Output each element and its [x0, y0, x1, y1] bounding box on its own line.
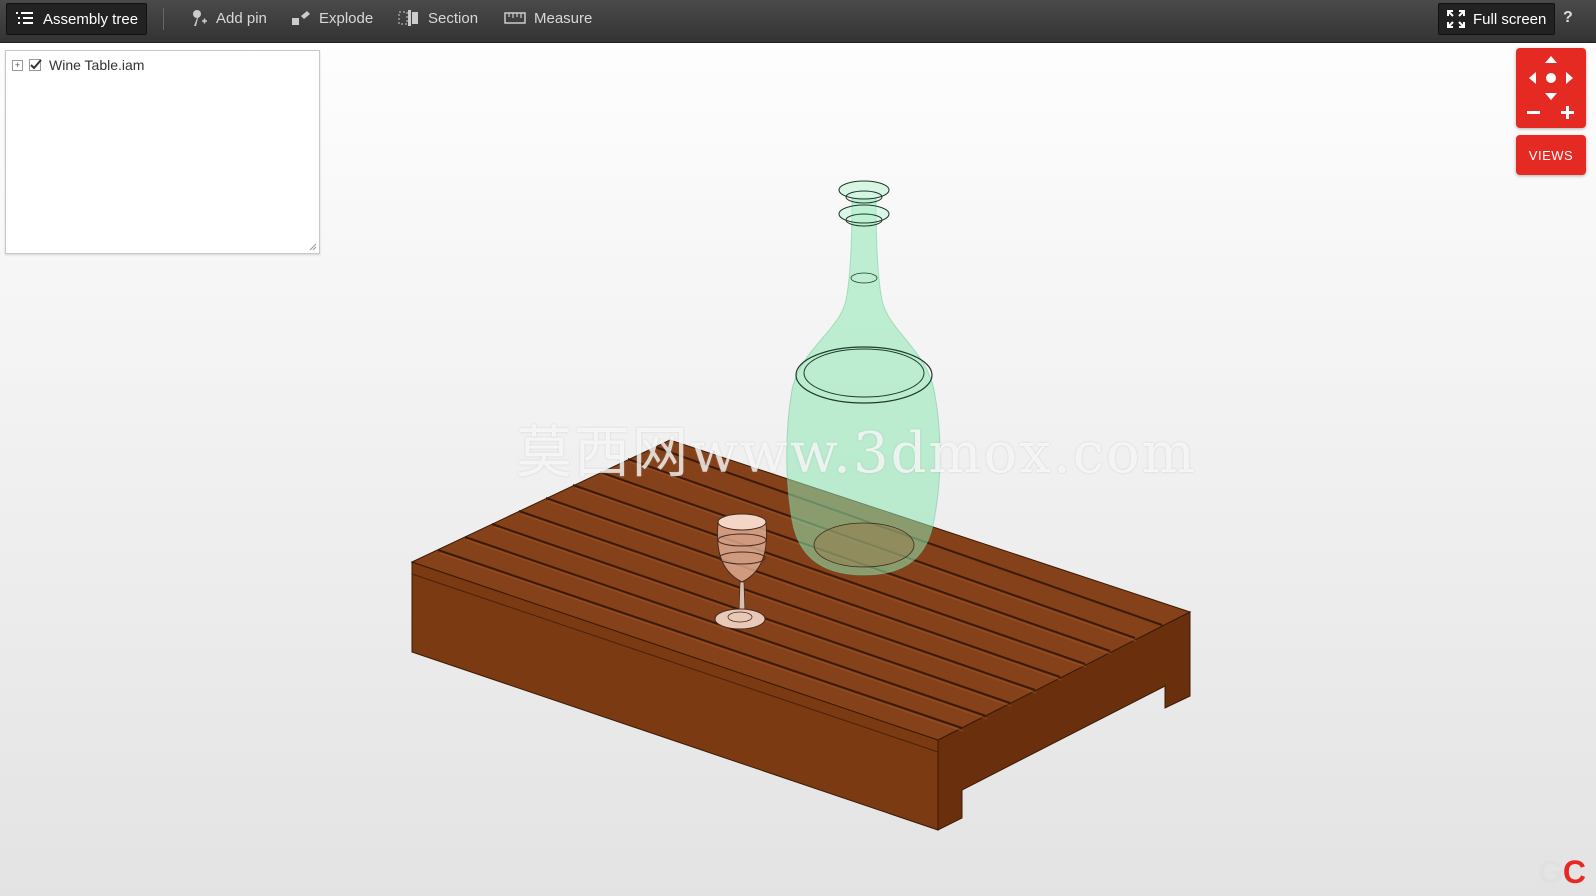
- explode-label: Explode: [319, 9, 374, 27]
- checkbox-icon[interactable]: [29, 59, 43, 71]
- tree-item[interactable]: + Wine Table.iam: [12, 57, 144, 73]
- measure-button[interactable]: Measure: [504, 0, 592, 36]
- pan-left-icon[interactable]: [1529, 72, 1536, 84]
- section-label: Section: [428, 9, 479, 27]
- expand-icon[interactable]: +: [12, 59, 23, 71]
- resize-handle-icon[interactable]: [309, 243, 317, 251]
- pin-icon: [193, 10, 207, 26]
- add-pin-button[interactable]: Add pin: [188, 0, 267, 36]
- explode-icon: [292, 11, 310, 25]
- section-icon: [398, 10, 418, 26]
- full-screen-button[interactable]: Full screen: [1438, 3, 1556, 35]
- assembly-tree-panel: + Wine Table.iam: [5, 50, 320, 254]
- views-button[interactable]: VIEWS: [1516, 135, 1586, 175]
- center-icon[interactable]: [1546, 73, 1556, 83]
- pan-right-icon[interactable]: [1566, 72, 1573, 84]
- assembly-tree-button[interactable]: Assembly tree: [6, 3, 148, 35]
- gc-logo: GC: [1538, 854, 1586, 890]
- top-toolbar: Assembly tree Add pin Explode Section Me…: [0, 0, 1596, 43]
- expand-icon: [1447, 10, 1465, 28]
- zoom-in-icon[interactable]: [1561, 106, 1574, 119]
- explode-button[interactable]: Explode: [291, 0, 373, 36]
- add-pin-label: Add pin: [216, 9, 267, 27]
- list-icon: [16, 12, 33, 24]
- zoom-out-icon[interactable]: [1527, 111, 1540, 114]
- toolbar-divider: [163, 8, 164, 30]
- help-button[interactable]: ?: [1563, 0, 1573, 36]
- tree-item-label[interactable]: Wine Table.iam: [49, 57, 144, 73]
- bottle-model: [786, 180, 941, 576]
- full-screen-label: Full screen: [1473, 10, 1547, 28]
- watermark-text: 莫西网www.3dmox.com: [516, 421, 1197, 486]
- measure-label: Measure: [534, 9, 593, 27]
- pan-zoom-controls-icon: [1527, 56, 1574, 119]
- pan-up-icon[interactable]: [1545, 56, 1557, 63]
- pan-down-icon[interactable]: [1545, 93, 1557, 100]
- navigation-pad: [1516, 48, 1586, 128]
- section-button[interactable]: Section: [398, 0, 478, 36]
- ruler-icon: [504, 12, 526, 24]
- assembly-tree-label: Assembly tree: [43, 10, 139, 28]
